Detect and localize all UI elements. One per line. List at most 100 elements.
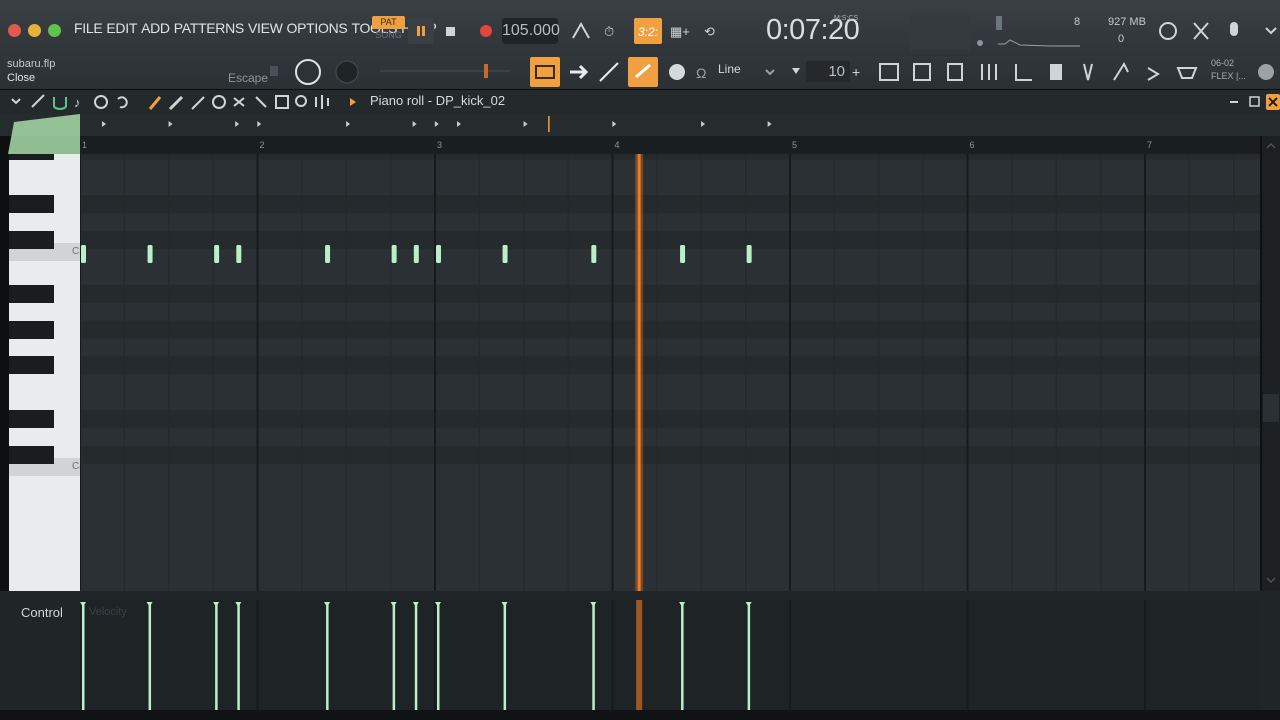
touch-keyboard-icon[interactable] [1113,62,1129,81]
playhead-line [637,154,641,591]
record-icon[interactable] [480,25,492,37]
chevron-down-icon[interactable] [765,69,775,76]
slice-tool-icon[interactable] [233,97,245,107]
mixer-icon[interactable] [981,64,997,80]
delete-tool-icon[interactable] [191,96,205,110]
black-key[interactable] [9,356,54,375]
maximize-window-button[interactable] [48,24,61,37]
zoom-select-icon[interactable] [275,95,289,109]
paint-tool-icon[interactable] [168,95,184,111]
pause-icon[interactable] [408,18,434,44]
ghost-channel-corner [8,114,80,154]
velocity-bar [681,604,684,710]
pat-label: PAT [372,16,405,29]
scroll-thumb[interactable] [1263,394,1279,422]
black-key[interactable] [9,231,54,250]
pencil-icon[interactable] [599,62,619,82]
online-icon[interactable] [1147,67,1160,81]
note-c5 [391,245,397,263]
menu-edit[interactable]: EDIT [106,20,141,36]
minimize-window-button[interactable] [28,24,41,37]
microphone-icon[interactable] [1230,22,1238,36]
menu-view[interactable]: VIEW [248,20,287,36]
timeline-marker [168,121,173,127]
plus-icon[interactable]: + [852,64,860,80]
black-key[interactable] [9,154,54,160]
stamp-icon[interactable] [669,64,685,80]
black-key[interactable] [9,320,54,339]
black-key[interactable] [9,284,54,303]
undo-history-icon[interactable] [1159,22,1177,40]
menu-file[interactable]: FILE [74,20,106,36]
globe-icon[interactable] [1256,62,1276,82]
velocity-bar [503,604,507,710]
chevron-down-icon[interactable] [1265,27,1277,35]
chevron-up-icon[interactable] [1266,142,1276,149]
top-right-tools [1159,22,1277,40]
select-tool-icon[interactable] [255,96,267,108]
zoom-icon[interactable] [295,95,307,107]
hint-shortcut: Escape [228,71,269,85]
note-c5 [502,245,508,263]
piano-roll-icon[interactable] [947,63,963,81]
close-window-button[interactable] [8,24,21,37]
tempo-display[interactable]: 105.000 [502,18,560,44]
loop-record-icon[interactable]: ⟲ [704,24,715,39]
step-edit-icon[interactable]: ▦+ [670,24,690,39]
playhead-line [636,600,643,710]
speaker-icon[interactable] [350,98,356,106]
note-grid[interactable] [80,154,1260,591]
cut-tools-icon[interactable] [1193,22,1209,40]
snap-selector[interactable]: Line [718,62,741,76]
chevron-down-icon[interactable] [792,68,800,74]
step-value[interactable]: 10 [806,61,850,82]
playlist-icon[interactable] [879,63,899,81]
master-slider[interactable] [380,70,510,72]
master-pitch-knob[interactable] [335,60,359,84]
menu-add[interactable]: ADD [141,20,174,36]
bottom-edge [0,710,1280,720]
browser-icon[interactable] [1015,64,1032,81]
menu-options[interactable]: OPTIONS [287,20,352,36]
playback-icon[interactable] [94,95,108,109]
velocity-lane[interactable] [80,600,1260,710]
undo-icon[interactable] [117,96,128,109]
plugin-picker-icon[interactable] [1083,63,1093,81]
plugin-database-icon[interactable] [1050,64,1062,80]
timeline-markers [102,116,772,132]
timeline-marker [457,121,461,127]
metronome-icon[interactable] [572,21,590,39]
mute-tool-icon[interactable] [212,95,226,109]
playback-tool-icon[interactable] [315,95,329,109]
note-icon[interactable]: ♪ [74,95,81,110]
piano-roll-menu-icon[interactable] [11,98,21,105]
transport-controls [408,18,492,44]
timeline-marker [257,121,262,127]
arrow-right-icon[interactable] [570,64,589,80]
snap-magnet-icon[interactable] [53,97,67,110]
chevron-down-icon[interactable] [1266,577,1276,584]
detach-icon[interactable] [1249,96,1260,107]
pat-song-toggle[interactable]: PAT SONG [372,16,405,45]
control-target-label: Velocity [89,606,127,618]
draw-tool-icon[interactable] [148,96,162,110]
black-key[interactable] [9,445,54,464]
control-selector[interactable]: Control [21,605,63,620]
piano-keyboard[interactable]: C5 C4 [9,154,80,591]
channel-rack-icon[interactable] [913,63,931,81]
menu-patterns[interactable]: PATTERNS [174,20,248,36]
master-volume-knob[interactable] [295,59,321,85]
bar-ruler[interactable] [80,136,1260,154]
news-panel[interactable]: 06-02 FLEX |... [1211,57,1246,83]
stop-icon[interactable] [446,27,455,36]
black-key[interactable] [9,195,54,214]
magnet-icon[interactable]: Ω [696,65,706,81]
piano-roll-tool-button[interactable] [530,57,560,87]
black-key[interactable] [9,410,54,429]
bar-number: 4 [614,140,620,150]
bar-number: 6 [969,140,975,150]
wrench-icon[interactable] [31,94,45,108]
piano-roll-title[interactable]: Piano roll - DP_kick_02 [370,93,505,108]
wait-icon[interactable]: ⏱ [604,24,614,39]
cart-icon[interactable] [1176,67,1198,79]
